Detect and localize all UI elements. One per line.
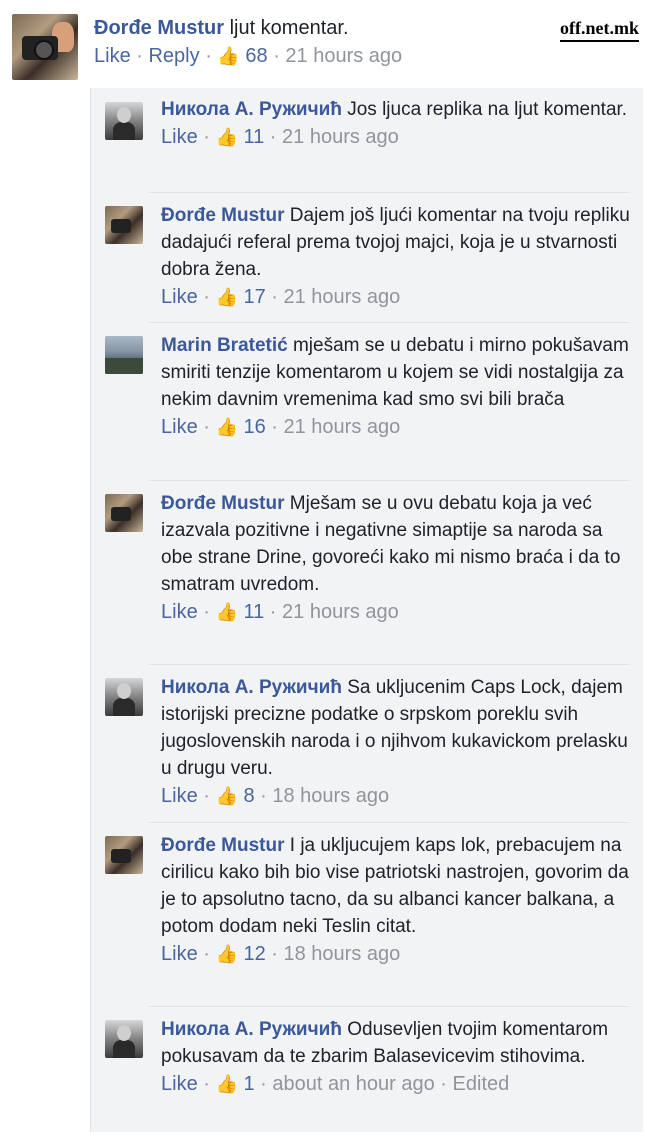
reply-author[interactable]: Никола А. Ружичић (161, 1019, 342, 1040)
avatar[interactable] (105, 1020, 143, 1058)
comment-meta: Like · Reply · 👍 68 · 21 hours ago (94, 42, 654, 70)
avatar[interactable] (105, 494, 143, 532)
reply-author[interactable]: Đorđe Mustur (161, 493, 285, 514)
avatar[interactable] (105, 678, 143, 716)
like-button[interactable]: Like (161, 943, 198, 965)
timestamp[interactable]: 21 hours ago (282, 601, 399, 623)
edited-label[interactable]: Edited (453, 1073, 510, 1095)
avatar[interactable] (105, 336, 143, 374)
reply-author[interactable]: Никола А. Ружичић (161, 677, 342, 698)
divider (149, 322, 629, 323)
reply-meta: Like · 👍 16 · 21 hours ago (161, 413, 631, 441)
reply-meta: Like · 👍 8 · 18 hours ago (161, 782, 631, 810)
reply-author[interactable]: Marin Bratetić (161, 335, 288, 356)
timestamp[interactable]: 21 hours ago (285, 45, 402, 67)
thumbs-up-icon: 👍 (215, 127, 238, 147)
like-button[interactable]: Like (161, 785, 198, 807)
comment-text: ljut komentar. (229, 17, 349, 39)
like-count[interactable]: 8 (243, 785, 254, 807)
divider (149, 1006, 629, 1007)
timestamp[interactable]: 21 hours ago (284, 416, 401, 438)
divider (149, 822, 629, 823)
reply-author[interactable]: Đorđe Mustur (161, 835, 285, 856)
thumbs-up-icon: 👍 (215, 1074, 238, 1094)
thumbs-up-icon: 👍 (215, 944, 238, 964)
reply-button[interactable]: Reply (148, 45, 199, 67)
reply-meta: Like · 👍 17 · 21 hours ago (161, 283, 631, 311)
reply-meta: Like · 👍 12 · 18 hours ago (161, 940, 631, 968)
avatar[interactable] (12, 14, 78, 80)
like-button[interactable]: Like (94, 45, 131, 67)
divider (149, 480, 629, 481)
avatar[interactable] (105, 836, 143, 874)
reply-meta: Like · 👍 1 · about an hour ago · Edited (161, 1070, 631, 1098)
like-count[interactable]: 17 (243, 286, 265, 308)
thumbs-up-icon: 👍 (217, 46, 240, 66)
like-count[interactable]: 16 (243, 416, 265, 438)
avatar[interactable] (105, 102, 143, 140)
timestamp[interactable]: 21 hours ago (284, 286, 401, 308)
like-count[interactable]: 11 (243, 126, 264, 148)
comment-author[interactable]: Đorđe Mustur (94, 17, 224, 39)
like-button[interactable]: Like (161, 126, 198, 148)
reply-meta: Like · 👍 11 · 21 hours ago (161, 123, 631, 151)
timestamp[interactable]: 18 hours ago (284, 943, 401, 965)
like-count[interactable]: 12 (243, 943, 265, 965)
reply-meta: Like · 👍 11 · 21 hours ago (161, 598, 631, 626)
thumbs-up-icon: 👍 (215, 602, 238, 622)
thumbs-up-icon: 👍 (215, 417, 238, 437)
like-count[interactable]: 68 (245, 45, 267, 67)
like-count[interactable]: 1 (243, 1073, 254, 1095)
reply-text: Jos ljuca replika na ljut komentar. (347, 99, 628, 120)
thumbs-up-icon: 👍 (215, 287, 238, 307)
reply-author[interactable]: Đorđe Mustur (161, 205, 285, 226)
timestamp[interactable]: 18 hours ago (272, 785, 389, 807)
like-count[interactable]: 11 (243, 601, 264, 623)
timestamp[interactable]: about an hour ago (272, 1073, 434, 1095)
like-button[interactable]: Like (161, 601, 198, 623)
like-button[interactable]: Like (161, 1073, 198, 1095)
thumbs-up-icon: 👍 (215, 786, 238, 806)
divider (149, 664, 629, 665)
timestamp[interactable]: 21 hours ago (282, 126, 399, 148)
avatar[interactable] (105, 206, 143, 244)
like-button[interactable]: Like (161, 416, 198, 438)
divider (149, 192, 629, 193)
like-button[interactable]: Like (161, 286, 198, 308)
comment-body: Đorđe Mustur ljut komentar. Like · Reply… (94, 14, 654, 70)
reply-author[interactable]: Никола А. Ружичић (161, 99, 342, 120)
replies-list: Никола А. Ружичић Jos ljuca replika na l… (90, 88, 643, 1132)
